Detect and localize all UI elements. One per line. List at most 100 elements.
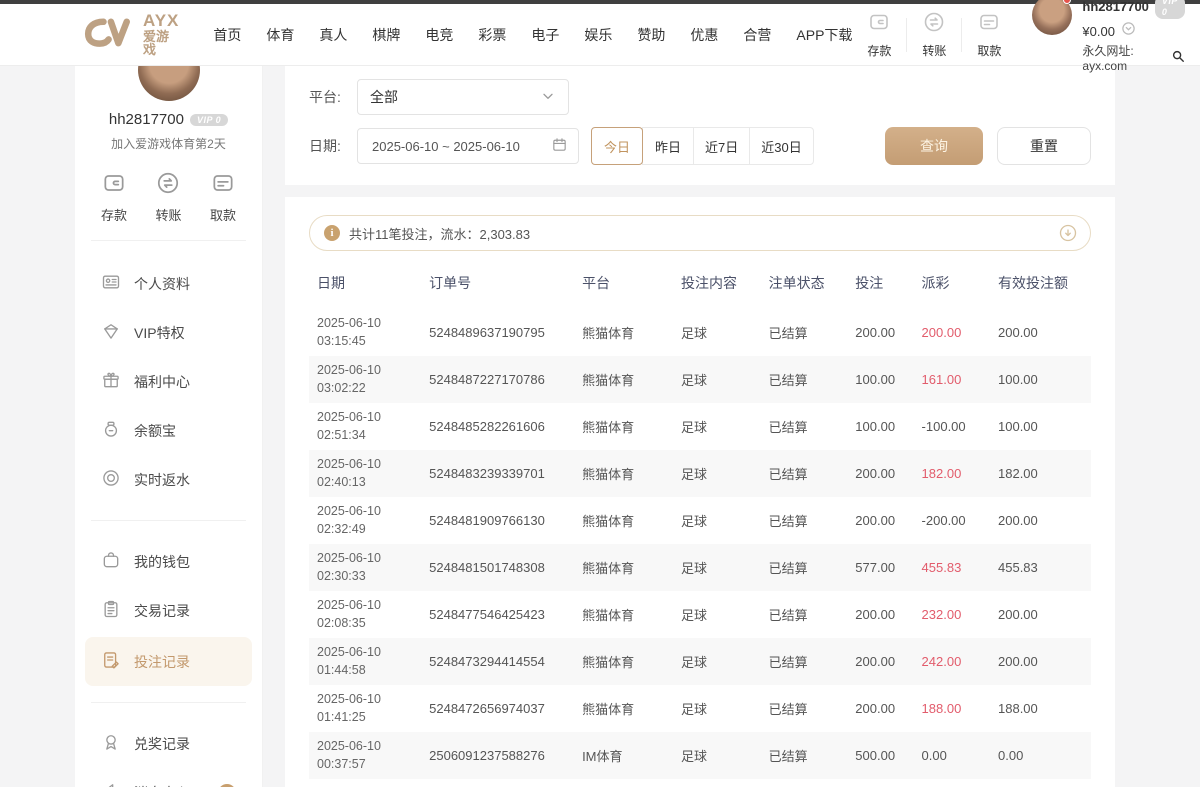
nav-item-esports[interactable]: 电竞 (425, 25, 453, 45)
cell-date: 2025-06-1003:02:22 (309, 356, 421, 403)
cell-status: 已结算 (761, 638, 848, 685)
col-header-order: 订单号 (421, 263, 574, 309)
subtotal-order (421, 779, 574, 787)
platform-label: 平台: (309, 87, 357, 107)
sidebar-item-label: VIP特权 (134, 323, 185, 343)
nav-item-entertainment[interactable]: 娱乐 (584, 25, 612, 45)
quick-range-30days[interactable]: 近30日 (749, 127, 813, 165)
brand-name-en: AYX (143, 12, 179, 30)
withdraw-label: 取款 (977, 42, 1001, 59)
date-range-input[interactable]: 2025-06-10 ~ 2025-06-10 (357, 128, 579, 164)
cell-content: 足球 (673, 403, 761, 450)
date-range-value: 2025-06-10 ~ 2025-06-10 (372, 139, 520, 154)
sidebar-item-label: 我的钱包 (134, 552, 190, 572)
search-icon[interactable] (1171, 49, 1185, 69)
cell-order: 5248485282261606 (421, 403, 574, 450)
cell-status: 已结算 (761, 591, 848, 638)
bet-records-table: 日期 订单号 平台 投注内容 注单状态 投注 派彩 有效投注额 2025-06-… (309, 263, 1091, 787)
cell-status: 已结算 (761, 544, 848, 591)
clipboard-icon (101, 599, 121, 622)
cell-valid: 0.00 (990, 732, 1091, 779)
transfer-label: 转账 (922, 42, 946, 59)
sidebar-item-vip[interactable]: VIP特权 (75, 308, 262, 357)
nav-item-sports[interactable]: 体育 (266, 25, 294, 45)
brand-monogram-icon (84, 16, 136, 53)
sidebar-item-yuebao[interactable]: 余额宝 (75, 406, 262, 455)
subtotal-content: —— (673, 779, 761, 787)
col-header-platform: 平台 (574, 263, 673, 309)
quick-range-yesterday[interactable]: 昨日 (642, 127, 694, 165)
quick-range-group: 今日 昨日 近7日 近30日 (591, 127, 814, 165)
col-header-valid: 有效投注额 (990, 263, 1091, 309)
subtotal-platform: —— (574, 779, 673, 787)
deposit-button[interactable]: 存款 (852, 10, 906, 59)
sidebar-item-messages[interactable]: 消息中心 9 (75, 768, 262, 787)
sidebar-item-profile[interactable]: 个人资料 (75, 259, 262, 308)
cell-valid: 188.00 (990, 685, 1091, 732)
reset-button[interactable]: 重置 (997, 127, 1091, 165)
sidebar-withdraw-button[interactable]: 取款 (210, 170, 236, 224)
sidebar-item-bet-records[interactable]: 投注记录 (85, 637, 252, 686)
joined-days-text: 加入爱游戏体育第2天 (75, 135, 262, 152)
transfer-button[interactable]: 转账 (907, 10, 961, 59)
table-row: 2025-06-1003:15:455248489637190795熊猫体育足球… (309, 309, 1091, 356)
cell-payout: 188.00 (914, 685, 990, 732)
quick-range-today[interactable]: 今日 (591, 127, 643, 165)
cell-platform: IM体育 (574, 732, 673, 779)
top-nav: 首页 体育 真人 棋牌 电竞 彩票 电子 娱乐 赞助 优惠 合营 APP下载 (213, 25, 852, 45)
deposit-label: 存款 (101, 205, 127, 224)
cell-content: 足球 (673, 591, 761, 638)
subtotal-payout: 1360.83 (914, 779, 990, 787)
rebate-icon (101, 468, 121, 491)
cell-valid: 200.00 (990, 591, 1091, 638)
sidebar-item-welfare[interactable]: 福利中心 (75, 357, 262, 406)
cell-platform: 熊猫体育 (574, 497, 673, 544)
nav-item-app-download[interactable]: APP下载 (796, 25, 852, 45)
user-block: hh2817700 VIP 0 ¥0.00 永久网址: ayx.com (1032, 0, 1184, 74)
quick-range-7days[interactable]: 近7日 (693, 127, 750, 165)
cell-payout: 232.00 (914, 591, 990, 638)
withdraw-icon (210, 170, 236, 201)
col-header-content: 投注内容 (673, 263, 761, 309)
sidebar-username: hh2817700 (109, 111, 184, 128)
brand-logo[interactable]: AYX 爱游戏 (84, 12, 179, 57)
sidebar-item-wallet[interactable]: 我的钱包 (75, 537, 262, 586)
cell-order: 5248483239339701 (421, 450, 574, 497)
nav-item-affiliate[interactable]: 合营 (743, 25, 771, 45)
platform-select[interactable]: 全部 (357, 79, 569, 115)
cell-status: 已结算 (761, 732, 848, 779)
cell-status: 已结算 (761, 450, 848, 497)
sidebar-item-label: 福利中心 (134, 372, 190, 392)
nav-item-live[interactable]: 真人 (319, 25, 347, 45)
cell-platform: 熊猫体育 (574, 450, 673, 497)
nav-item-lottery[interactable]: 彩票 (478, 25, 506, 45)
cell-platform: 熊猫体育 (574, 685, 673, 732)
redeem-icon (101, 732, 121, 755)
avatar[interactable] (1032, 0, 1072, 35)
expand-circle-icon[interactable] (1058, 223, 1078, 243)
balance-refresh-icon[interactable] (1121, 21, 1136, 42)
cell-valid: 200.00 (990, 638, 1091, 685)
cell-order: 5248481909766130 (421, 497, 574, 544)
search-button[interactable]: 查询 (885, 127, 983, 165)
nav-item-cards[interactable]: 棋牌 (372, 25, 400, 45)
sidebar-transfer-button[interactable]: 转账 (155, 170, 181, 224)
gift-icon (101, 370, 121, 393)
sidebar-item-redeem[interactable]: 兑奖记录 (75, 719, 262, 768)
cell-platform: 熊猫体育 (574, 544, 673, 591)
sidebar-vip-badge: VIP 0 (190, 114, 228, 126)
sidebar-item-label: 实时返水 (134, 470, 190, 490)
sidebar-item-label: 交易记录 (134, 601, 190, 621)
cell-valid: 182.00 (990, 450, 1091, 497)
sidebar-deposit-button[interactable]: 存款 (101, 170, 127, 224)
cell-payout: 0.00 (914, 732, 990, 779)
cell-payout: -100.00 (914, 403, 990, 450)
sidebar-item-rebate[interactable]: 实时返水 (75, 455, 262, 504)
sidebar-item-transactions[interactable]: 交易记录 (75, 586, 262, 635)
nav-item-home[interactable]: 首页 (213, 25, 241, 45)
nav-item-slots[interactable]: 电子 (531, 25, 559, 45)
withdraw-button[interactable]: 取款 (962, 10, 1016, 59)
nav-item-sponsor[interactable]: 赞助 (637, 25, 665, 45)
vip-gem-icon (101, 321, 121, 344)
nav-item-promo[interactable]: 优惠 (690, 25, 718, 45)
